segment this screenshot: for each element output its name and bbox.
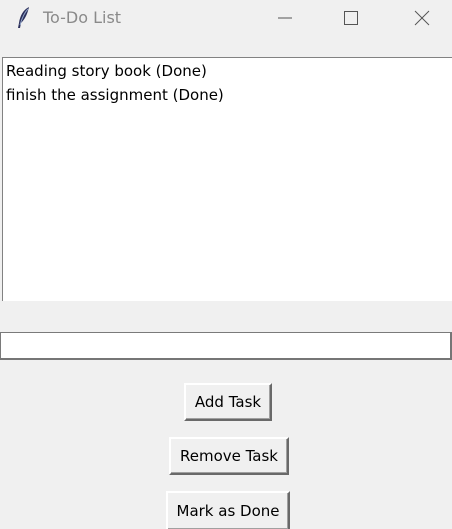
maximize-button[interactable] — [324, 0, 380, 36]
task-list-item[interactable]: finish the assignment (Done) — [6, 85, 224, 105]
feather-icon — [14, 6, 36, 30]
maximize-icon — [344, 11, 358, 25]
window-title: To-Do List — [43, 8, 122, 27]
task-listbox[interactable]: Reading story book (Done) finish the ass… — [2, 57, 452, 301]
close-icon — [414, 10, 430, 26]
task-input[interactable] — [0, 332, 452, 360]
close-button[interactable] — [394, 0, 450, 36]
mark-as-done-button[interactable]: Mark as Done — [166, 491, 290, 529]
add-task-button[interactable]: Add Task — [184, 383, 272, 421]
title-bar[interactable]: To-Do List — [0, 0, 452, 36]
task-list-item[interactable]: Reading story book (Done) — [6, 61, 207, 81]
todo-window: To-Do List Reading story book (Done) fin… — [0, 0, 452, 529]
remove-task-button[interactable]: Remove Task — [169, 437, 289, 475]
minimize-button[interactable] — [256, 0, 312, 36]
minimize-icon — [278, 17, 292, 19]
